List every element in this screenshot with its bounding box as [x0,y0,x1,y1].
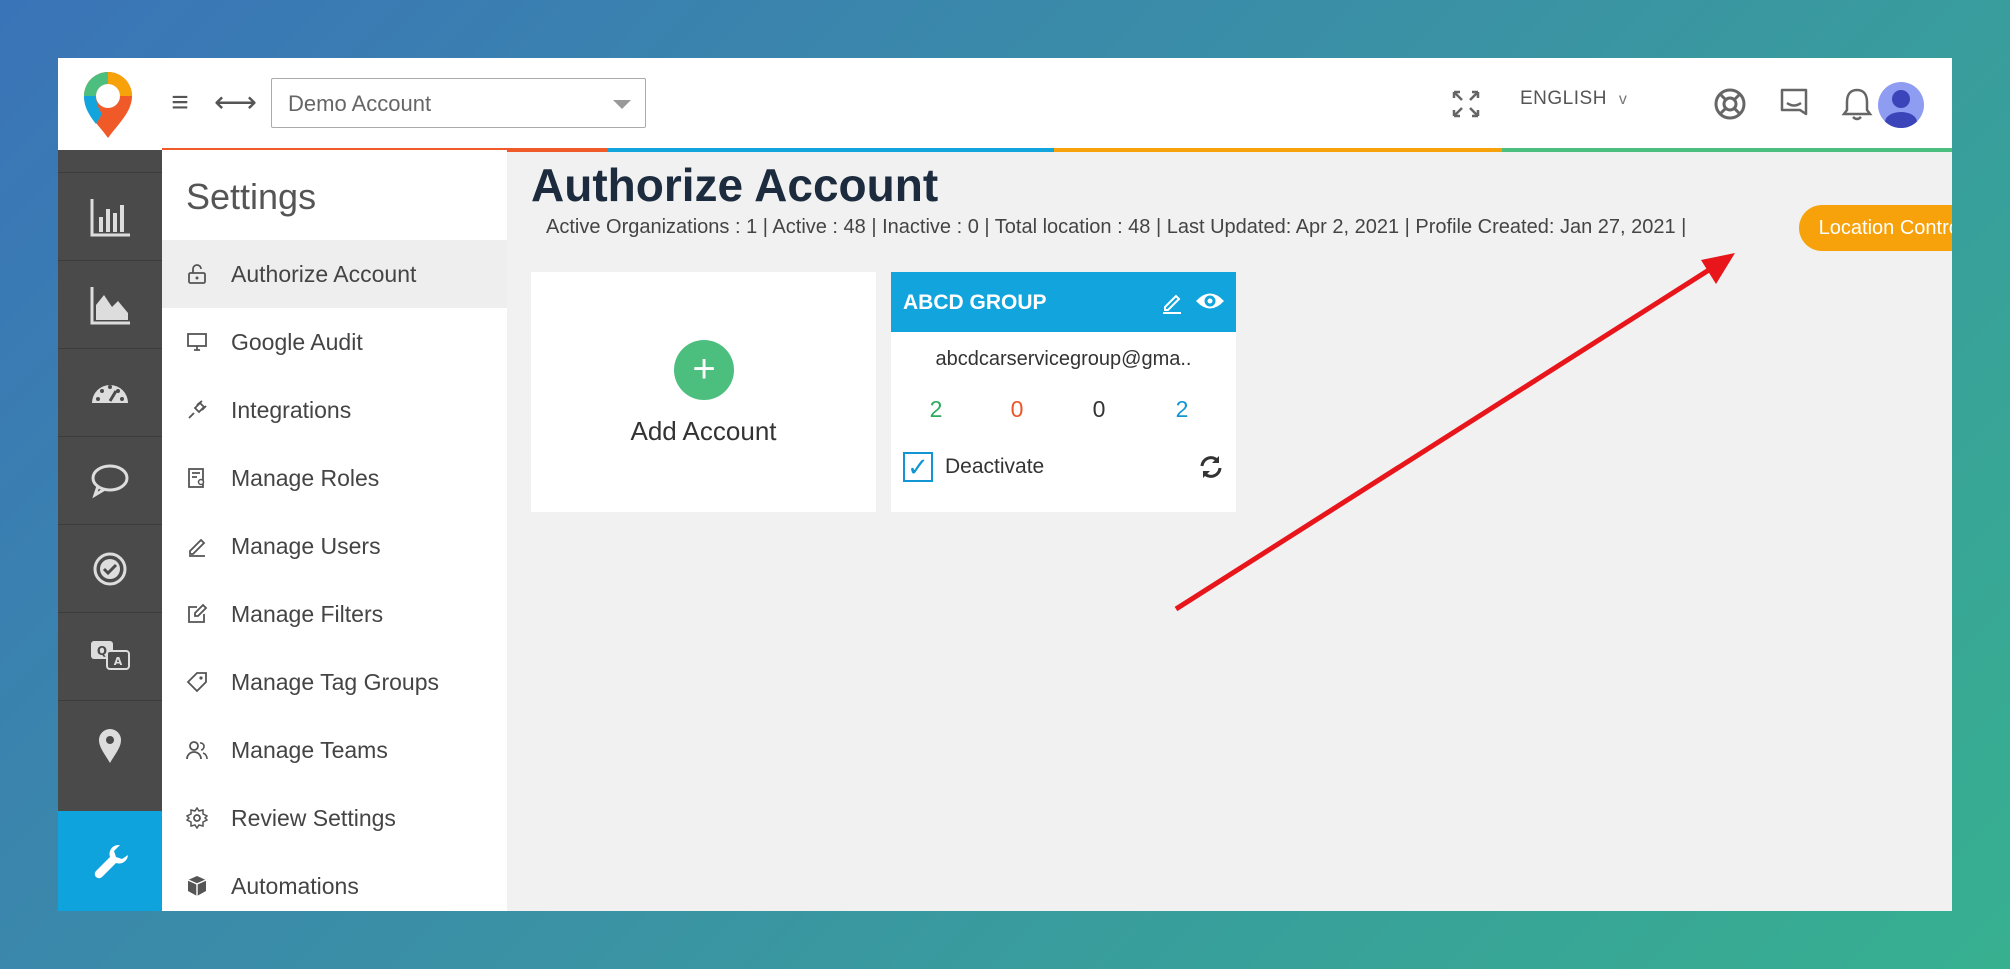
menu-label: Authorize Account [231,260,417,287]
menu-label: Google Audit [231,328,363,355]
user-avatar[interactable] [1878,82,1924,128]
lock-icon [188,264,206,284]
chat-icon[interactable] [1774,84,1814,124]
rail-reports[interactable] [58,172,162,260]
speech-bubble-icon [91,464,129,498]
pen-icon [189,538,206,557]
deactivate-checkbox[interactable]: ✓ [903,452,933,482]
account-select-value: Demo Account [288,91,432,116]
wrench-icon [94,845,128,879]
organization-email: abcdcarservicegroup@gma.. [935,348,1192,370]
location-controls-button[interactable]: Location Controls [1799,205,1952,251]
bell-icon[interactable] [1837,84,1877,124]
refresh-icon[interactable] [1198,454,1224,480]
account-stats: Active Organizations : 1 | Active : 48 |… [546,216,1687,238]
svg-text:Q: Q [97,644,107,658]
menu-item-manage-filters[interactable]: Manage Filters [162,580,507,648]
check-circle-icon [93,552,127,585]
count-inactive: 0 [1010,396,1024,422]
team-icon [186,741,208,760]
menu-item-manage-users[interactable]: Manage Users [162,512,507,580]
edit-icon [188,603,208,623]
menu-item-google-audit[interactable]: Google Audit [162,308,507,376]
settings-title: Settings [186,176,317,217]
count-active: 2 [929,396,943,422]
language-selector[interactable]: ENGLISH v [1520,88,1627,110]
plus-icon: + [674,340,734,400]
count-total: 2 [1175,396,1189,422]
main-content: Authorize Account Active Organizations :… [507,150,1952,911]
organization-card-header: ABCD GROUP [891,272,1236,332]
chevron-down-icon [613,100,631,109]
menu-item-manage-roles[interactable]: Manage Roles [162,444,507,512]
organization-name: ABCD GROUP [903,291,1047,314]
count-other: 0 [1092,396,1106,422]
menu-item-automations[interactable]: Automations [162,852,507,911]
menu-item-authorize-account[interactable]: Authorize Account [162,240,507,308]
plug-icon [188,400,207,419]
menu-label: Review Settings [231,804,396,831]
menu-label: Integrations [231,396,352,423]
hamburger-menu-icon[interactable]: ≡ [164,88,196,118]
organization-card: ABCD GROUP abcdcarservicegroup@gma.. 2 0… [891,272,1236,512]
menu-label: Automations [231,872,359,899]
deactivate-label: Deactivate [945,455,1045,478]
location-counts: 2 0 0 2 [891,396,1236,426]
edit-icon[interactable] [1161,290,1183,314]
settings-menu: Authorize Account Google Audit Integrati… [162,240,507,911]
box-icon [187,876,207,896]
menu-label: Manage Users [231,532,381,559]
top-bar: ≡ ⟷ Demo Account ENGLISH v [58,58,1952,152]
menu-label: Manage Tag Groups [231,668,439,695]
area-chart-icon [90,286,130,324]
chevron-down-icon: v [1618,91,1628,108]
map-pin-icon [99,728,121,763]
rail-analytics[interactable] [58,260,162,348]
menu-item-manage-teams[interactable]: Manage Teams [162,716,507,784]
menu-label: Manage Teams [231,736,388,763]
svg-text:A: A [114,655,123,668]
icon-rail: Q A [58,150,162,911]
gear-icon [186,807,208,829]
rail-qa[interactable]: Q A [58,612,162,700]
fullscreen-icon[interactable] [1446,84,1486,124]
rail-locations[interactable] [58,700,162,788]
deactivate-toggle: ✓ Deactivate [903,452,1044,482]
menu-label: Manage Filters [231,600,384,627]
menu-item-review-settings[interactable]: Review Settings [162,784,507,852]
rail-tasks[interactable] [58,524,162,612]
eye-icon[interactable] [1195,288,1225,314]
page-title: Authorize Account [531,159,939,211]
menu-label: Manage Roles [231,464,380,491]
qa-icon: Q A [91,640,130,670]
add-account-card[interactable]: + Add Account [531,272,876,512]
add-account-label: Add Account [630,416,777,446]
bar-chart-icon [90,198,130,236]
rail-settings[interactable] [58,811,162,911]
account-select[interactable]: Demo Account [271,78,646,128]
language-label: ENGLISH [1520,88,1607,109]
brand-logo [84,72,132,138]
roles-icon [188,468,205,488]
monitor-icon [187,333,207,351]
app-window: ≡ ⟷ Demo Account ENGLISH v Q A Settings … [58,58,1952,911]
gauge-icon [92,384,128,403]
rail-messages[interactable] [58,436,162,524]
expand-horizontal-icon[interactable]: ⟷ [214,88,257,118]
tag-icon [186,672,207,693]
rail-dashboard[interactable] [58,348,162,436]
settings-panel: Settings Authorize Account Google Audit [162,150,507,911]
user-icon [1885,90,1917,128]
help-lifebuoy-icon[interactable] [1710,84,1750,124]
menu-item-manage-tag-groups[interactable]: Manage Tag Groups [162,648,507,716]
menu-item-integrations[interactable]: Integrations [162,376,507,444]
